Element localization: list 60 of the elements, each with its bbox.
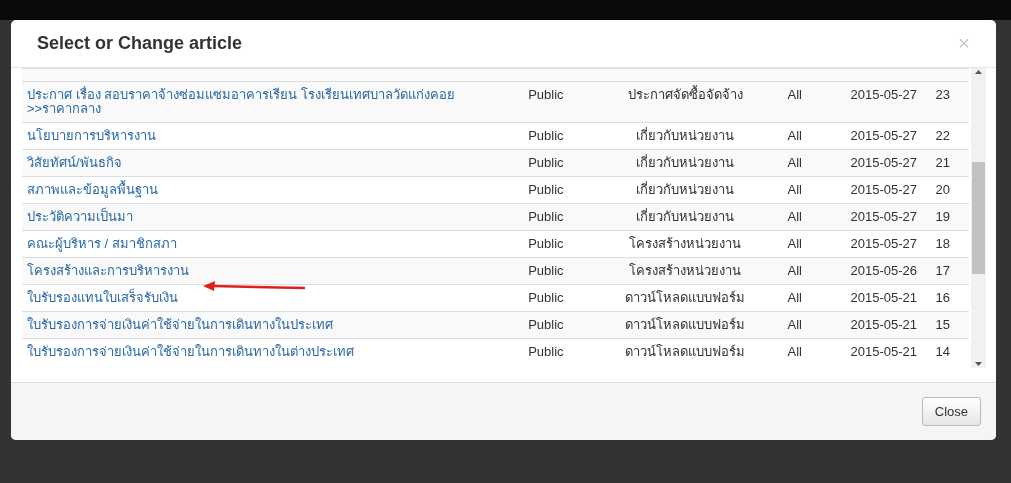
table-cell-text: 15 (934, 316, 951, 334)
table-cell-text: 2015-05-27 (849, 127, 918, 145)
table-cell-text: Public (527, 316, 565, 334)
table-cell-text: Public (527, 208, 565, 226)
table-cell-text: โครงสร้างหน่วยงาน (628, 235, 743, 253)
table-cell-text: 18 (934, 235, 951, 253)
table-cell-text: All (786, 262, 803, 280)
table-cell-text: 2015-05-27 (849, 208, 918, 226)
table-cell-text: โครงสร้างหน่วยงาน (628, 262, 743, 280)
table-cell-text: 19 (934, 208, 951, 226)
table-cell-text: Public (527, 262, 565, 280)
table-cell-text: ดาวน์โหลดแบบฟอร์ม (624, 343, 747, 361)
article-link[interactable]: คณะผู้บริหาร / สมาชิกสภา (27, 237, 474, 251)
scrollbar[interactable] (971, 68, 986, 368)
table-cell-text: All (786, 127, 803, 145)
table-cell-text: All (786, 343, 803, 361)
article-link[interactable]: ใบรับรองการจ่ายเงินค่าใช้จ่ายในการเดินทางในประเทศ (27, 318, 474, 332)
table-cell-text: 2015-05-21 (849, 316, 918, 334)
table-cell-text: เกี่ยวกับหน่วยงาน (635, 126, 736, 145)
article-link[interactable]: นโยบายการบริหารงาน (27, 129, 474, 143)
table-cell-text: เกี่ยวกับหน่วยงาน (635, 207, 736, 226)
table-cell-text: All (786, 208, 803, 226)
table-cell-text: 23 (934, 86, 951, 104)
table-cell-text: 14 (934, 343, 951, 361)
table-cell-text: Public (527, 235, 565, 253)
table-cell-text: Public (527, 181, 565, 199)
table-cell-text: 2015-05-21 (849, 289, 918, 307)
table-cell-text: 16 (934, 289, 951, 307)
article-link[interactable]: วิสัยทัศน์/พันธกิจ (27, 156, 474, 170)
table-cell-text: 2015-05-27 (849, 154, 918, 172)
table-cell-text: Public (527, 86, 565, 104)
article-link[interactable]: ประกาศ เรื่อง สอบราคาจ้างซ่อมแซมอาคารเรียน โรงเรียนเทศบาลวัดแก่งคอย >>ราคากลาง (27, 88, 474, 116)
dialog-title: Select or Change article (37, 33, 243, 54)
table-cell-text: ดาวน์โหลดแบบฟอร์ม (624, 316, 747, 334)
table-cell-text: Public (527, 289, 565, 307)
table-cell-text: All (786, 289, 803, 307)
table-cell-text: All (786, 235, 803, 253)
table-cell-text: 2015-05-27 (849, 181, 918, 199)
table-cell-text: ประกาศจัดซื้อจัดจ้าง (626, 84, 744, 104)
table-cell-text: 2015-05-27 (849, 235, 918, 253)
close-button[interactable]: Close (921, 397, 981, 426)
table-cell-text: 2015-05-27 (849, 86, 918, 104)
table-cell-text: All (786, 154, 803, 172)
article-link[interactable]: ใบรับรองการจ่ายเงินค่าใช้จ่ายในการเดินทางในต่างประเทศ (27, 345, 474, 359)
table-cell-text: 17 (934, 262, 951, 280)
article-link[interactable]: โครงสร้างและการบริหารงาน (27, 264, 474, 278)
table-cell-text: Public (527, 343, 565, 361)
table-cell-text: 21 (934, 154, 951, 172)
table-cell-text: Public (527, 154, 565, 172)
table-cell-text: 2015-05-26 (849, 262, 918, 280)
table-cell-text: Public (527, 127, 565, 145)
table-cell-text: 2015-05-21 (849, 343, 918, 361)
table-cell-text: เกี่ยวกับหน่วยงาน (635, 153, 736, 172)
table-cell-text: All (786, 316, 803, 334)
table-cell-text: ดาวน์โหลดแบบฟอร์ม (624, 289, 747, 307)
table-cell-text: เกี่ยวกับหน่วยงาน (635, 180, 736, 199)
table-cell-text: All (786, 86, 803, 104)
table-cell-text: 20 (934, 181, 951, 199)
table-cell-text: 22 (934, 127, 951, 145)
table-cell-text: All (786, 181, 803, 199)
